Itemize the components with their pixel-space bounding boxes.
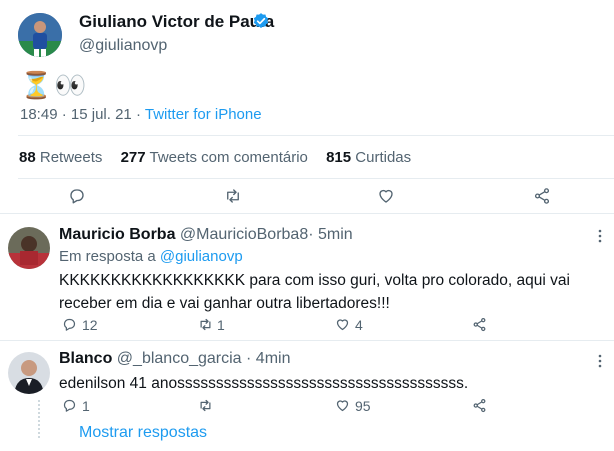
- reply-text: edenilson 41 anossssssssssssssssssssssss…: [59, 375, 469, 392]
- reply-text: KKKKKKKKKKKKKKKKKK para com isso guri, v…: [59, 272, 570, 312]
- share-icon[interactable]: [472, 317, 487, 332]
- tweet-meta: 18:49 · 15 jul. 21 · Twitter for iPhone: [20, 106, 262, 123]
- like-icon[interactable]: [377, 187, 395, 205]
- reply-separator: ·: [308, 226, 314, 243]
- reply-count: 12: [82, 317, 98, 333]
- reply-icon[interactable]: [62, 317, 77, 332]
- reply-prefix: Em resposta a: [59, 248, 156, 265]
- divider: [0, 213, 614, 214]
- like-count: 4: [355, 317, 363, 333]
- retweets-count: 88: [19, 149, 36, 166]
- reply-header: Blanco @_blanco_garcia · 4min: [59, 350, 290, 368]
- reply-avatar[interactable]: [8, 227, 50, 269]
- reply-handle[interactable]: @MauricioBorba8: [180, 226, 308, 243]
- divider: [18, 178, 614, 179]
- retweet-count: 1: [217, 317, 225, 333]
- reply-separator: ·: [246, 350, 252, 367]
- likes-label: Curtidas: [355, 149, 412, 166]
- reply-avatar[interactable]: [8, 352, 50, 394]
- retweet-icon[interactable]: [197, 317, 214, 332]
- retweets-label: Retweets: [39, 149, 103, 166]
- divider: [0, 340, 614, 341]
- verified-icon: [252, 12, 270, 30]
- reply-to-handle[interactable]: @giulianovp: [160, 248, 243, 265]
- tweet-client[interactable]: Twitter for iPhone: [145, 106, 262, 123]
- share-icon[interactable]: [472, 398, 487, 413]
- reply-handle[interactable]: @_blanco_garcia: [117, 350, 242, 367]
- author-avatar[interactable]: [18, 13, 62, 57]
- meta-separator: ·: [135, 106, 141, 123]
- tweet-time: 18:49: [20, 106, 58, 123]
- quotes-count: 277: [120, 149, 146, 166]
- like-icon[interactable]: [335, 317, 350, 332]
- tweet-stats: 88 Retweets 277 Tweets com comentário 81…: [19, 149, 411, 166]
- meta-separator: ·: [61, 106, 67, 123]
- author-handle[interactable]: @giulianovp: [79, 37, 167, 55]
- reply-time: 5min: [318, 226, 353, 243]
- tweet-text: ⏳👀: [20, 70, 89, 100]
- more-icon[interactable]: [598, 229, 602, 243]
- retweet-icon[interactable]: [223, 187, 243, 205]
- reply-count: 1: [82, 398, 90, 414]
- more-icon[interactable]: [598, 354, 602, 368]
- retweet-icon[interactable]: [197, 398, 214, 413]
- reply-icon[interactable]: [62, 398, 77, 413]
- reply-name[interactable]: Blanco: [59, 350, 112, 367]
- quotes-label: Tweets com comentário: [149, 149, 308, 166]
- reply-actions: 12 1 4: [62, 317, 562, 335]
- author-name[interactable]: Giuliano Victor de Paula: [79, 12, 274, 32]
- divider: [18, 135, 614, 136]
- reply-thread-line: [38, 400, 42, 438]
- quotes-stat[interactable]: 277 Tweets com comentário: [121, 149, 313, 166]
- tweet-date: 15 jul. 21: [70, 106, 132, 123]
- reply-time: 4min: [255, 350, 291, 367]
- like-count: 95: [355, 398, 371, 414]
- reply-name[interactable]: Mauricio Borba: [59, 226, 175, 243]
- share-icon[interactable]: [533, 187, 551, 205]
- show-replies-link[interactable]: Mostrar respostas: [79, 424, 207, 442]
- like-icon[interactable]: [335, 398, 350, 413]
- reply-actions: 1 95: [62, 398, 562, 416]
- likes-stat[interactable]: 815 Curtidas: [326, 149, 411, 166]
- reply-icon[interactable]: [68, 187, 86, 205]
- reply-header: Mauricio Borba @MauricioBorba8· 5min: [59, 226, 353, 244]
- reply-context: Em resposta a @giulianovp: [59, 248, 243, 265]
- retweets-stat[interactable]: 88 Retweets: [19, 149, 107, 166]
- likes-count: 815: [326, 149, 352, 166]
